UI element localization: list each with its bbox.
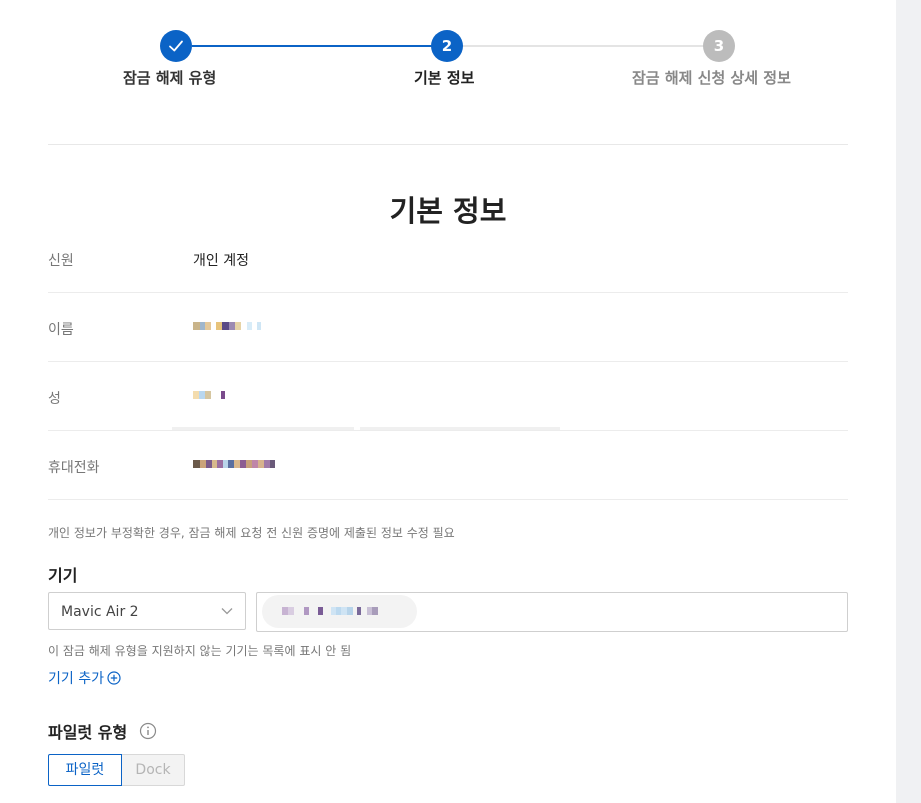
step-3-indicator: 3 [703, 30, 735, 62]
row-divider [48, 292, 848, 293]
row-divider [48, 361, 848, 362]
info-row-first-name: 이름 [48, 316, 848, 385]
device-model-select[interactable]: Mavic Air 2 [48, 592, 246, 630]
device-heading: 기기 [48, 566, 78, 585]
row-divider [48, 499, 848, 500]
info-icon[interactable] [139, 722, 157, 740]
identity-label: 신원 [48, 253, 74, 269]
first-name-label: 이름 [48, 322, 74, 338]
step-3-label: 잠금 해제 신청 상세 정보 [632, 69, 791, 87]
info-row-last-name: 성 [48, 385, 848, 454]
check-icon [169, 40, 183, 52]
first-name-redacted [193, 322, 261, 330]
step-connector-todo [462, 45, 704, 47]
pilot-option-pilot[interactable]: 파일럿 [48, 754, 122, 786]
ghost-line [172, 427, 354, 430]
step-2-label: 기본 정보 [414, 69, 475, 87]
page-title: 기본 정보 [389, 194, 507, 228]
last-name-redacted [193, 391, 225, 399]
page-gutter [896, 0, 921, 803]
step-1-indicator [160, 30, 192, 62]
add-device-link[interactable]: 기기 추가 [48, 668, 121, 688]
stepper-divider [48, 144, 848, 145]
serial-number-chip [262, 595, 417, 628]
device-model-value: Mavic Air 2 [61, 604, 139, 620]
pilot-type-heading: 파일럿 유형 [48, 723, 128, 742]
device-serial-input[interactable] [256, 592, 848, 632]
last-name-label: 성 [48, 391, 61, 407]
phone-label: 휴대전화 [48, 460, 100, 476]
info-row-phone: 휴대전화 [48, 454, 848, 523]
step-1-label: 잠금 해제 유형 [123, 69, 217, 87]
pilot-option-dock[interactable]: Dock [122, 754, 185, 786]
chevron-down-icon [221, 608, 233, 615]
ghost-line [360, 427, 560, 430]
phone-redacted [193, 460, 275, 468]
plus-circle-icon [107, 671, 121, 685]
info-notice: 개인 정보가 부정확한 경우, 잠금 해제 요청 전 신원 증명에 제출된 정보… [48, 526, 455, 540]
progress-stepper: 2 3 잠금 해제 유형 기본 정보 잠금 해제 신청 상세 정보 [0, 0, 896, 100]
info-row-identity: 신원 개인 계정 [48, 246, 848, 315]
serial-redacted [282, 607, 378, 615]
row-divider [48, 430, 848, 431]
step-connector-done [192, 45, 432, 47]
device-hint: 이 잠금 해제 유형을 지원하지 않는 기기는 목록에 표시 안 됨 [48, 644, 352, 658]
identity-value: 개인 계정 [193, 253, 249, 269]
add-device-label: 기기 추가 [48, 671, 104, 687]
step-2-indicator: 2 [431, 30, 463, 62]
